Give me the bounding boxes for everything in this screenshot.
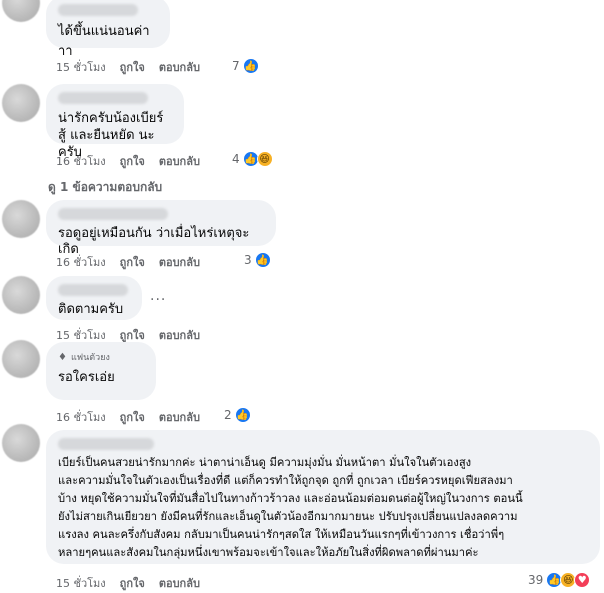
- like-button[interactable]: ถูกใจ: [120, 408, 145, 426]
- comment-bubble: น่ารักครับน้องเบียร์ สู้ และยืนหยัด นะคร…: [46, 84, 184, 160]
- reaction-count: 3: [244, 253, 252, 267]
- reaction-count: 4: [232, 152, 240, 166]
- author-name-blurred[interactable]: [58, 438, 154, 450]
- timestamp[interactable]: 15 ชั่วโมง: [56, 574, 106, 592]
- like-icon: 👍: [242, 58, 259, 74]
- like-icon: 👍: [254, 252, 271, 268]
- more-options-icon[interactable]: ...: [150, 288, 166, 304]
- reply-button[interactable]: ตอบกลับ: [159, 253, 200, 271]
- reactions-summary[interactable]: 4 👍 😆: [232, 151, 273, 167]
- reaction-count: 39: [528, 573, 544, 587]
- reply-button[interactable]: ตอบกลับ: [159, 326, 200, 344]
- timestamp[interactable]: 15 ชั่วโมง: [56, 58, 106, 76]
- comment-text: ได้ขึ้นแน่นอนค่าาา: [58, 24, 150, 59]
- avatar[interactable]: [2, 84, 40, 122]
- comment-actions: 16 ชั่วโมง ถูกใจ ตอบกลับ: [56, 152, 200, 170]
- comment-bubble: เบียร์เป็นคนสวยน่ารักมากค่ะ น่าตาน่าเอ็น…: [46, 430, 600, 564]
- reply-button[interactable]: ตอบกลับ: [159, 408, 200, 426]
- comment-actions: 15 ชั่วโมง ถูกใจ ตอบกลับ: [56, 574, 200, 592]
- timestamp[interactable]: 16 ชั่วโมง: [56, 408, 106, 426]
- avatar[interactable]: [2, 424, 40, 462]
- like-button[interactable]: ถูกใจ: [120, 58, 145, 76]
- like-button[interactable]: ถูกใจ: [120, 574, 145, 592]
- comment-text: ติดตามครับ: [58, 302, 124, 317]
- reaction-count: 2: [224, 408, 232, 422]
- comment-bubble: ได้ขึ้นแน่นอนค่าาา: [46, 0, 170, 59]
- reaction-count: 7: [232, 59, 240, 73]
- timestamp[interactable]: 16 ชั่วโมง: [56, 253, 106, 271]
- reactions-summary[interactable]: 3 👍: [244, 252, 271, 268]
- like-button[interactable]: ถูกใจ: [120, 253, 145, 271]
- reply-button[interactable]: ตอบกลับ: [159, 574, 200, 592]
- author-name-blurred[interactable]: [58, 208, 168, 220]
- avatar[interactable]: [2, 0, 40, 22]
- comment-actions: 16 ชั่วโมง ถูกใจ ตอบกลับ: [56, 253, 200, 271]
- comment-bubble: รอดูอยู่เหมือนกัน ว่าเมื่อไหร่เหตุจะเกิด: [46, 200, 276, 257]
- diamond-icon: ♦: [58, 351, 67, 363]
- comment-bubble: ติดตามครับ: [46, 276, 142, 320]
- heart-icon: ♥: [574, 572, 591, 588]
- reactions-summary[interactable]: 39 👍 😆 ♥: [528, 572, 591, 588]
- badge-label: แฟนตัวยง: [70, 353, 110, 363]
- author-name-blurred[interactable]: [58, 284, 128, 296]
- haha-icon: 😆: [256, 151, 273, 167]
- reply-button[interactable]: ตอบกลับ: [159, 58, 200, 76]
- like-icon: 👍: [234, 407, 251, 423]
- reactions-summary[interactable]: 2 👍: [224, 407, 251, 423]
- reply-button[interactable]: ตอบกลับ: [159, 152, 200, 170]
- avatar[interactable]: [2, 200, 40, 238]
- comment-text: เบียร์เป็นคนสวยน่ารักมากค่ะ น่าตาน่าเอ็น…: [58, 456, 523, 559]
- like-button[interactable]: ถูกใจ: [120, 152, 145, 170]
- comment-actions: 16 ชั่วโมง ถูกใจ ตอบกลับ: [56, 408, 200, 426]
- timestamp[interactable]: 16 ชั่วโมง: [56, 152, 106, 170]
- author-name-blurred[interactable]: [58, 92, 148, 104]
- avatar[interactable]: [2, 276, 40, 314]
- reactions-summary[interactable]: 7 👍: [232, 58, 259, 74]
- comment-actions: 15 ชั่วโมง ถูกใจ ตอบกลับ: [56, 58, 200, 76]
- avatar[interactable]: [2, 340, 40, 378]
- view-replies-link[interactable]: ดู 1 ข้อความตอบกลับ: [48, 178, 162, 197]
- top-fan-badge: ♦ แฟนตัวยง: [58, 350, 144, 364]
- comment-bubble: ♦ แฟนตัวยง รอใครเอ่ย: [46, 342, 156, 400]
- comment-text: รอใครเอ่ย: [58, 370, 115, 385]
- author-name-blurred[interactable]: [58, 4, 138, 16]
